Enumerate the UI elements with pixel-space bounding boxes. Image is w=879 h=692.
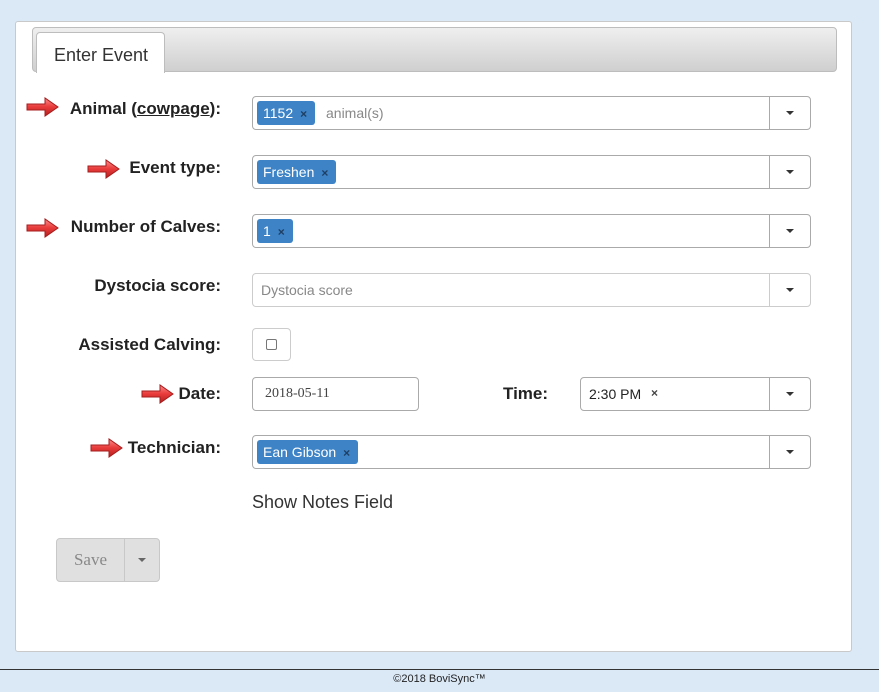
event-type-select[interactable]: Freshen × [252,155,811,189]
event-type-dropdown-toggle[interactable] [769,156,810,188]
save-button-group: Save [56,538,160,582]
tab-bar: Enter Event [32,27,837,73]
tab-enter-event[interactable]: Enter Event [36,32,165,73]
event-type-tag: Freshen × [257,160,337,184]
cowpage-link[interactable]: cowpage [137,99,210,118]
red-arrow-icon [141,384,174,404]
technician-tag: Ean Gibson × [257,440,359,464]
dystocia-score-label: Dystocia score: [94,276,221,295]
event-type-label: Event type: [129,158,221,177]
technician-tag-label: Ean Gibson [263,444,337,460]
assisted-calving-label: Assisted Calving: [78,335,221,354]
event-type-tag-label: Freshen [263,164,315,180]
red-arrow-icon [26,97,59,117]
assisted-calving-checkbox-wrapper[interactable] [252,328,291,361]
chevron-down-icon [786,111,794,115]
number-of-calves-label: Number of Calves: [70,217,221,236]
red-arrow-icon [90,438,123,458]
animal-tag-label: 1152 [263,105,294,121]
technician-select[interactable]: Ean Gibson × [252,435,811,469]
time-value: 2:30 PM [589,386,642,402]
footer-copyright: ©2018 BoviSync™ [393,673,486,685]
animal-label: Animal (cowpage): [70,99,221,119]
save-button[interactable]: Save [57,539,125,581]
chevron-down-icon [786,392,794,396]
clear-time-icon[interactable]: × [651,386,658,400]
chevron-down-icon [786,288,794,292]
animal-dropdown-toggle[interactable] [769,97,810,129]
time-select[interactable]: 2:30 PM × [580,377,811,411]
time-label: Time: [503,384,549,403]
technician-dropdown-toggle[interactable] [769,436,810,468]
remove-tag-icon[interactable]: × [321,166,328,180]
show-notes-link[interactable]: Show Notes Field [252,492,393,513]
chevron-down-icon [138,558,146,562]
chevron-down-icon [786,450,794,454]
dystocia-score-select[interactable]: Dystocia score [252,273,811,307]
red-arrow-icon [26,218,59,238]
number-of-calves-tag: 1 × [257,219,293,243]
time-dropdown-toggle[interactable] [769,378,810,410]
number-of-calves-dropdown-toggle[interactable] [769,215,810,247]
dystocia-score-placeholder: Dystocia score [261,282,353,298]
remove-tag-icon[interactable]: × [300,107,307,121]
remove-tag-icon[interactable]: × [343,446,350,460]
number-of-calves-select[interactable]: 1 × [252,214,811,248]
animal-tag: 1152 × [257,101,316,125]
animal-select[interactable]: 1152 × animal(s) [252,96,811,130]
date-label: Date: [178,384,221,403]
technician-label: Technician: [127,438,221,457]
number-of-calves-tag-label: 1 [263,223,271,239]
enter-event-panel: Enter Event Animal (cowpage): 1152 × anim… [15,21,852,652]
remove-tag-icon[interactable]: × [278,225,285,239]
chevron-down-icon [786,170,794,174]
animal-label-suffix: ): [209,99,221,118]
dystocia-dropdown-toggle[interactable] [769,274,810,306]
animal-search-placeholder[interactable]: animal(s) [326,105,384,121]
save-options-toggle[interactable] [125,539,159,581]
animal-label-prefix: Animal ( [69,99,137,118]
red-arrow-icon [87,159,120,179]
date-input[interactable]: 2018-05-11 [252,377,419,411]
chevron-down-icon [786,229,794,233]
assisted-calving-checkbox[interactable] [266,339,277,350]
